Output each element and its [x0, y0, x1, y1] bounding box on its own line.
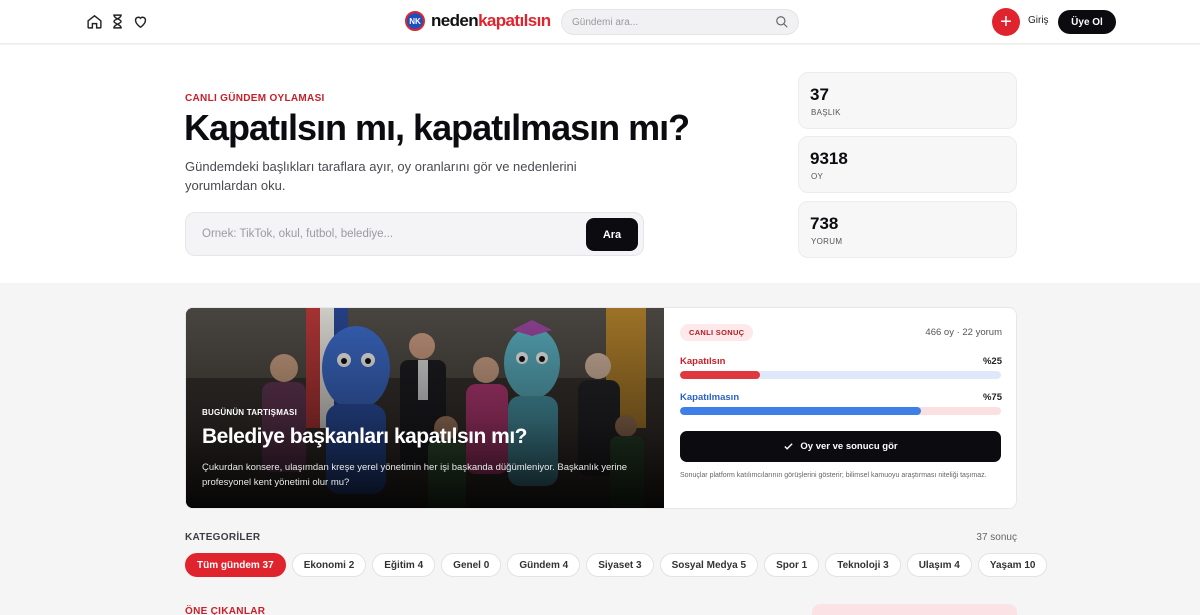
category-chip[interactable]: Sosyal Medya 5 [659, 553, 759, 577]
option-label-close: Kapatılsın [680, 356, 725, 367]
category-chip[interactable]: Tüm gündem 37 [185, 553, 286, 577]
signup-button[interactable]: Üye Ol [1058, 10, 1116, 34]
hero-search-button[interactable]: Ara [586, 218, 638, 251]
option-label-keep: Kapatılmasın [680, 392, 739, 403]
brand-prefix: neden [431, 11, 479, 30]
stat-label: OY [811, 172, 824, 181]
stat-value: 9318 [810, 149, 848, 168]
header-search [561, 9, 799, 35]
option-label-text: Kapatılsın [680, 356, 726, 367]
option-bar-keep [680, 407, 1001, 415]
brand-suffix: kapatılsın [478, 11, 551, 30]
stat-card-comments: 738 YORUM [798, 201, 1017, 258]
option-percent-keep: %75 [982, 392, 1002, 403]
category-chip[interactable]: Ulaşım 4 [906, 553, 972, 577]
peek-card [812, 604, 1017, 615]
section-heading-featured: ÖNE ÇIKANLAR [185, 606, 266, 615]
featured-photo[interactable]: BUGÜNÜN TARTIŞMASI Belediye başkanları k… [186, 308, 664, 508]
stat-label: BAŞLIK [811, 108, 841, 117]
hero-search: Ara [185, 212, 644, 256]
vote-button[interactable]: Oy ver ve sonucu gör [680, 431, 1001, 462]
home-icon[interactable] [86, 13, 103, 30]
create-topic-button[interactable]: + [992, 8, 1020, 36]
option-bar-close [680, 371, 1001, 379]
category-chip[interactable]: Genel 0 [441, 553, 502, 577]
live-result-badge: CANLI SONUÇ [680, 324, 754, 341]
categories-result-count: 37 sonuç [976, 532, 1017, 543]
stat-value: 37 [810, 85, 829, 104]
login-link[interactable]: Giriş [1028, 15, 1049, 26]
featured-description: Çukurdan konsere, ulaşımdan kreşe yerel … [202, 462, 628, 488]
stat-card-votes: 9318 OY [798, 136, 1017, 193]
stat-value: 738 [810, 214, 839, 233]
vote-comment-count: 466 oy · 22 yorum [925, 327, 1002, 338]
brand-badge: NK [405, 11, 425, 31]
search-icon[interactable] [775, 15, 789, 29]
option-percent-close: %25 [982, 356, 1002, 367]
check-icon [784, 443, 794, 450]
categories-heading: KATEGORİLER [185, 532, 261, 543]
option-bar-fill [680, 371, 761, 379]
stat-label: YORUM [811, 237, 843, 246]
page-title: Kapatılsın mı, kapatılmasın mı? [184, 107, 690, 148]
featured-tag: BUGÜNÜN TARTIŞMASI [202, 408, 298, 417]
hero-section: CANLI GÜNDEM OYLAMASI Kapatılsın mı, kap… [0, 45, 1200, 283]
brand-logo[interactable]: NK nedenkapatılsın [405, 11, 551, 31]
category-chip[interactable]: Eğitim 4 [372, 553, 436, 577]
live-result-panel: CANLI SONUÇ 466 oy · 22 yorum Kapatılsın… [664, 308, 1016, 508]
brand-name: nedenkapatılsın [431, 11, 551, 31]
category-chip-list: Tüm gündem 37 Ekonomi 2 Eğitim 4 Genel 0 Gün… [185, 553, 1048, 577]
hero-eyebrow: CANLI GÜNDEM OYLAMASI [185, 93, 325, 104]
heart-icon[interactable] [132, 13, 149, 30]
category-chip[interactable]: Teknoloji 3 [825, 553, 901, 577]
option-label-text: Kapatılmasın [680, 392, 740, 403]
category-chip[interactable]: Yaşam 10 [977, 553, 1048, 577]
featured-debate-card[interactable]: BUGÜNÜN TARTIŞMASI Belediye başkanları k… [185, 307, 1017, 509]
nav-icon-group [86, 13, 149, 30]
stat-card-topics: 37 BAŞLIK [798, 72, 1017, 129]
option-bar-fill [680, 407, 921, 415]
vote-button-label: Oy ver ve sonucu gör [800, 441, 898, 452]
top-navbar: NK nedenkapatılsın + Giriş Üye Ol [0, 0, 1200, 44]
featured-title[interactable]: Belediye başkanları kapatılsın mı? [202, 425, 527, 449]
hourglass-icon[interactable] [109, 13, 126, 30]
category-chip[interactable]: Gündem 4 [507, 553, 581, 577]
category-chip[interactable]: Ekonomi 2 [291, 553, 367, 577]
hero-search-input[interactable] [202, 213, 582, 255]
header-search-input[interactable] [562, 10, 762, 34]
category-chip[interactable]: Siyaset 3 [586, 553, 654, 577]
category-chip[interactable]: Spor 1 [764, 553, 820, 577]
hero-description: Gündemdeki başlıkları taraflara ayır, oy… [185, 159, 577, 193]
disclaimer-note: Sonuçlar platform katılımcılarının görüş… [680, 472, 987, 479]
